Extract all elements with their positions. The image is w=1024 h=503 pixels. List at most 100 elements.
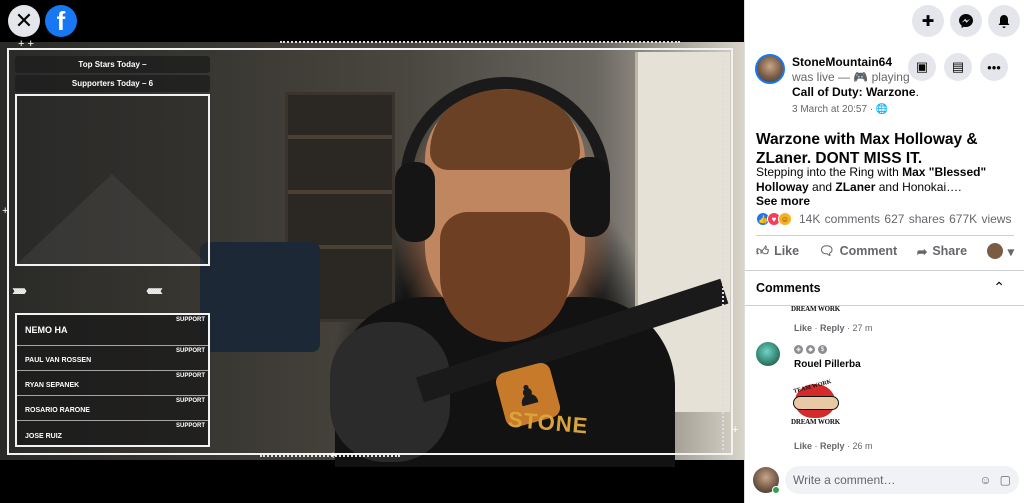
teamwork-sticker: TEAM WORK DREAM WORK: [791, 379, 841, 426]
see-more-link[interactable]: See more: [756, 194, 810, 208]
bell-icon: [998, 14, 1010, 28]
post-timestamp[interactable]: 3 March at 20:57 · 🌐: [792, 102, 932, 117]
header-actions: ✚: [912, 5, 1020, 37]
comment-sticker-partial: DREAM WORK: [791, 305, 841, 313]
post-stats: 👍 ♥ ☺ 14K comments 627 shares 677K views: [756, 212, 1016, 226]
poster-name[interactable]: StoneMountain64: [792, 55, 892, 69]
share-icon: ➦: [916, 244, 928, 259]
comment-time[interactable]: 26 m: [853, 441, 873, 451]
top-stars-bar: Top Stars Today –: [15, 56, 210, 73]
comment-input[interactable]: Write a comment… ☺ ▢: [785, 466, 1019, 494]
support-tag: SUPPORT: [175, 348, 205, 354]
supporters-bar: Supporters Today – 6: [15, 75, 210, 92]
plus-icon: ✚: [921, 13, 935, 30]
online-status-dot: [772, 486, 780, 494]
comment-composer: Write a comment… ☺ ▢: [753, 466, 1019, 494]
post-side-panel: ✚ StoneMountain64 was live — 🎮 playing C…: [744, 0, 1024, 503]
haha-reaction-icon: ☺: [778, 212, 792, 226]
support-tag: SUPPORT: [175, 317, 205, 323]
comment-icon: 🗨︎: [818, 243, 835, 258]
overlay-ticks-right: [722, 55, 726, 450]
comments-count[interactable]: 14K comments: [799, 212, 880, 226]
comment-meta: Like · Reply · 26 m: [794, 441, 873, 451]
support-tag: SUPPORT: [175, 373, 205, 379]
shares-count[interactable]: 627 shares: [884, 212, 944, 226]
supporter-name: PAUL VAN ROSSEN: [25, 357, 92, 364]
supporter-name: NEMO HA: [25, 325, 68, 335]
avatar[interactable]: [756, 342, 780, 366]
comment-like-link[interactable]: Like: [794, 441, 812, 451]
game-link[interactable]: Call of Duty: Warzone: [792, 85, 916, 99]
comments-section-header[interactable]: Comments ⌃: [745, 270, 1024, 306]
reactions-summary[interactable]: 👍 ♥ ☺: [756, 212, 792, 226]
overlay-plus-mark: +: [2, 205, 9, 217]
support-tag: SUPPORT: [175, 398, 205, 404]
support-tag: SUPPORT: [175, 423, 205, 429]
comment-reply-link[interactable]: Reply: [820, 441, 845, 451]
save-button[interactable]: ▣: [908, 53, 936, 81]
chevron-up-icon: ⌃: [993, 279, 1005, 295]
comment-like-link[interactable]: Like: [794, 323, 812, 333]
chevron-right-icon: ››››››: [12, 282, 27, 299]
avatar: [753, 467, 780, 494]
post-action-bar: 👍︎ Like 🗨︎ Comment ➦ Share ▾: [756, 243, 1014, 259]
comment-button[interactable]: 🗨︎ Comment: [819, 244, 898, 259]
create-button[interactable]: ✚: [912, 5, 944, 37]
list-item: RYAN SEPANEK SUPPORT: [17, 371, 208, 396]
diamond-badge-icon: ◆: [806, 345, 815, 354]
avatar: [986, 243, 1003, 259]
tv-icon: ▤: [951, 59, 965, 74]
supporter-name: RYAN SEPANEK: [25, 382, 80, 389]
post-description: Stepping into the Ring with Max "Blessed…: [756, 165, 987, 194]
share-button[interactable]: ➦ Share: [917, 244, 967, 259]
list-item: NEMO HA SUPPORT: [17, 315, 208, 346]
views-count: 677K views: [949, 212, 1012, 226]
caret-down-icon: ▾: [1007, 244, 1014, 259]
divider: [756, 235, 1014, 236]
reaction-profile-selector[interactable]: ▾: [986, 243, 1014, 259]
comment-reply-link[interactable]: Reply: [820, 323, 845, 333]
supporter-name: ROSARIO RARONE: [25, 407, 90, 414]
facebook-logo-icon: f: [56, 5, 66, 36]
fan-badge-icon: ◈: [794, 345, 803, 354]
thumbs-up-icon: 👍︎: [756, 243, 770, 258]
video-player[interactable]: ✕ f ♟ STONE + + + + + Top Stars Today – …: [0, 0, 744, 503]
overlay-plus-mark: +: [330, 450, 337, 462]
overlay-ticks-top: [280, 41, 680, 47]
list-item: PAUL VAN ROSSEN SUPPORT: [17, 346, 208, 371]
more-icon: •••: [987, 59, 1001, 75]
list-item: JOSE RUIZ SUPPORT: [17, 421, 208, 446]
messenger-button[interactable]: [950, 5, 982, 37]
list-item: ROSARIO RARONE SUPPORT: [17, 396, 208, 421]
supporters-list: NEMO HA SUPPORT PAUL VAN ROSSEN SUPPORT …: [15, 313, 210, 447]
messenger-icon: [959, 14, 973, 28]
chevron-left-icon: ‹‹‹‹‹‹‹: [146, 282, 163, 299]
watch-later-button[interactable]: ▤: [944, 53, 972, 81]
stars-badge-icon: $: [818, 345, 827, 354]
overlay-plus-mark: + +: [18, 38, 34, 50]
close-icon: ✕: [14, 8, 34, 33]
facebook-logo[interactable]: f: [45, 5, 77, 37]
more-options-button[interactable]: •••: [980, 53, 1008, 81]
post-actions: ▣ ▤ •••: [908, 53, 1008, 81]
commenter-badges: ◈ ◆ $: [794, 345, 827, 354]
comments-heading: Comments: [756, 281, 821, 295]
close-button[interactable]: ✕: [8, 5, 40, 37]
supporter-name: JOSE RUIZ: [25, 433, 62, 440]
like-button[interactable]: 👍︎ Like: [756, 244, 799, 259]
comment-input-placeholder: Write a comment…: [793, 473, 896, 487]
mention-link[interactable]: ZLaner: [835, 180, 875, 194]
bookmark-icon: ▣: [915, 59, 929, 74]
post-title: Warzone with Max Holloway & ZLaner. DONT…: [756, 131, 978, 167]
notifications-button[interactable]: [988, 5, 1020, 37]
live-video-viewer: ✕ f ♟ STONE + + + + + Top Stars Today – …: [0, 0, 1024, 503]
game-suffix: .: [915, 85, 919, 99]
avatar[interactable]: [755, 54, 785, 84]
comment-time[interactable]: 27 m: [853, 323, 873, 333]
overlay-plus-mark: +: [732, 424, 739, 436]
emoji-icon[interactable]: ☺: [979, 473, 991, 487]
comment-meta: Like · Reply · 27 m: [794, 323, 873, 333]
commenter-name[interactable]: Rouel Pillerba: [794, 359, 861, 370]
overlay-cam-box: [15, 94, 210, 266]
sticker-icon[interactable]: ▢: [1000, 473, 1011, 487]
